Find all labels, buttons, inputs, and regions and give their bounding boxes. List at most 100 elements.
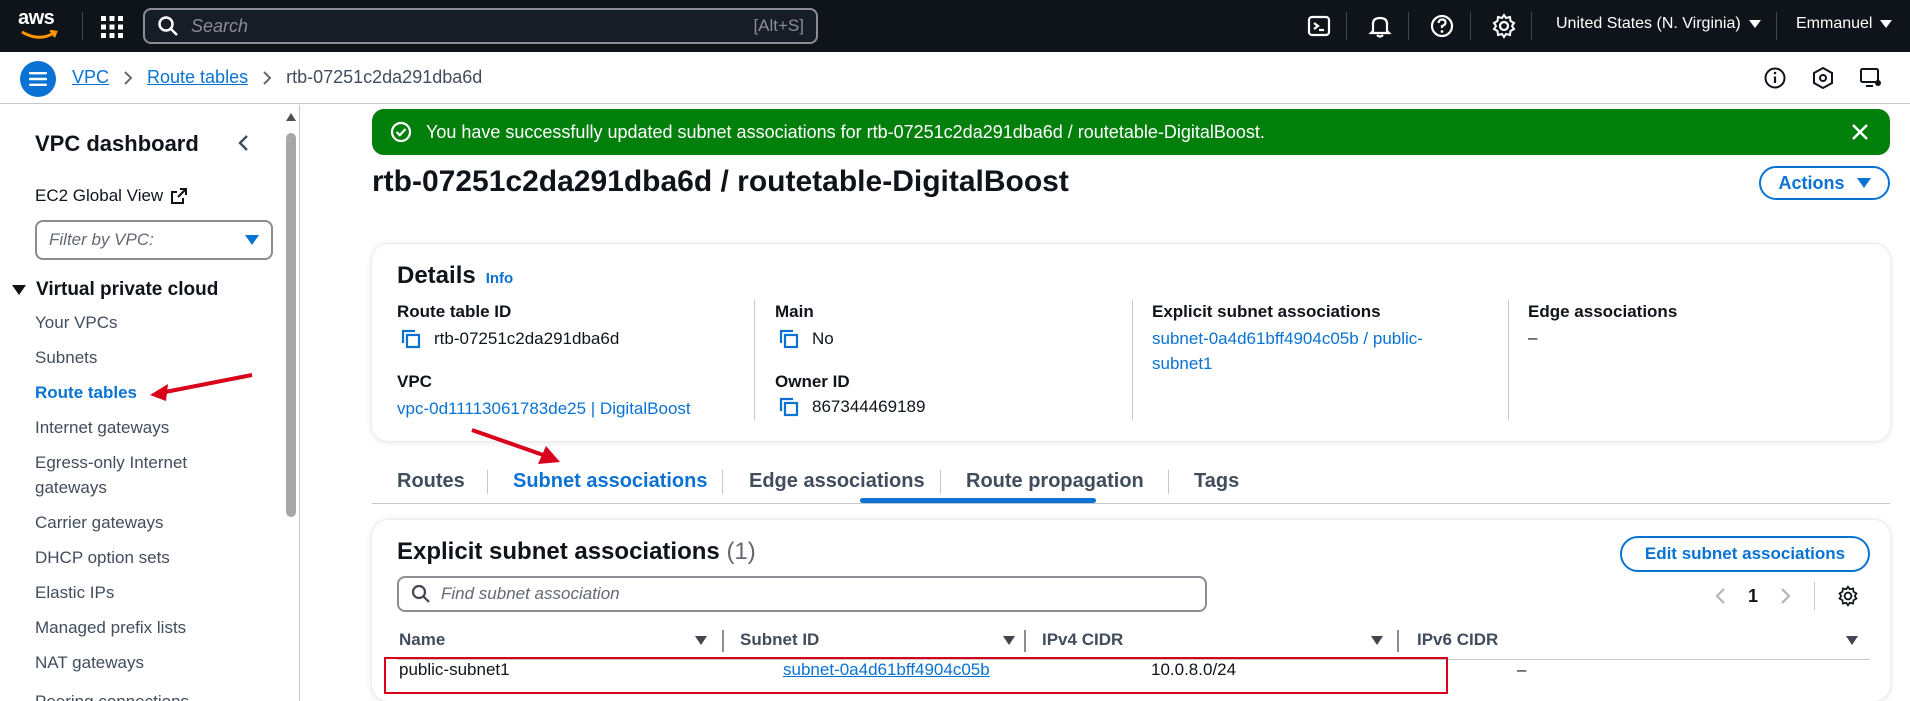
copy-icon[interactable] — [400, 328, 422, 350]
owner-id-value: 867344469189 — [778, 396, 925, 418]
sidebar-item-elastic-ips[interactable]: Elastic IPs — [35, 580, 235, 605]
explicit-subnet-link[interactable]: subnet-0a4d61bff4904c05b / public- subne… — [1152, 326, 1423, 376]
sidebar-item-subnets[interactable]: Subnets — [35, 345, 235, 370]
column-divider — [1132, 300, 1133, 420]
edit-subnet-associations-button[interactable]: Edit subnet associations — [1620, 536, 1870, 572]
sidebar-item-nat-gateways[interactable]: NAT gateways — [35, 650, 235, 675]
chevron-right-icon[interactable] — [1780, 587, 1792, 605]
top-navigation: aws Search [Alt+S] United States (N. Vir… — [0, 0, 1910, 52]
side-navigation: VPC dashboard EC2 Global View Filter by … — [0, 105, 300, 701]
feedback-hexagon-icon[interactable] — [1811, 66, 1835, 90]
settings-gear-icon[interactable] — [1491, 13, 1517, 39]
tab-bar: Routes Subnet associations Edge associat… — [372, 460, 1890, 504]
close-icon[interactable] — [1850, 122, 1870, 142]
edge-associations-value: – — [1528, 328, 1538, 347]
tab-divider — [487, 470, 488, 494]
sidebar-item-your-vpcs[interactable]: Your VPCs — [35, 310, 235, 335]
sidebar-item-carrier-gateways[interactable]: Carrier gateways — [35, 510, 235, 535]
column-header-ipv6-cidr[interactable]: IPv6 CIDR — [1417, 630, 1498, 650]
info-link[interactable]: Info — [486, 270, 514, 287]
sort-caret-icon[interactable] — [1003, 636, 1015, 645]
scrollbar-thumb[interactable] — [286, 133, 296, 517]
sidebar-item-dhcp-option-sets[interactable]: DHCP option sets — [35, 545, 235, 570]
column-resizer[interactable] — [1024, 630, 1026, 652]
annotation-highlight-box — [384, 657, 1448, 694]
notifications-bell-icon[interactable] — [1367, 13, 1393, 39]
sidebar-item-internet-gateways[interactable]: Internet gateways — [35, 415, 235, 440]
main-value: No — [778, 328, 834, 350]
copy-icon[interactable] — [778, 328, 800, 350]
owner-id-text: 867344469189 — [812, 397, 926, 416]
vpc-filter-select[interactable]: Filter by VPC: — [35, 220, 273, 260]
tab-subnet-associations[interactable]: Subnet associations — [513, 470, 708, 493]
pagination: 1 — [1714, 582, 1859, 610]
nav-divider — [82, 12, 83, 40]
caret-down-icon — [245, 235, 259, 245]
main-label: Main — [775, 302, 814, 321]
sort-caret-icon[interactable] — [695, 636, 707, 645]
details-heading-text: Details — [397, 262, 476, 289]
pager-divider — [1814, 582, 1816, 610]
chevron-left-icon[interactable] — [1714, 587, 1726, 605]
user-name: Emmanuel — [1796, 15, 1873, 32]
find-subnet-association-input[interactable]: Find subnet association — [397, 576, 1207, 612]
services-grid-icon[interactable] — [100, 15, 124, 39]
help-icon[interactable] — [1429, 13, 1455, 39]
route-table-id-value: rtb-07251c2da291dba6d — [400, 328, 619, 350]
tab-divider — [1168, 470, 1169, 494]
region-selector[interactable]: United States (N. Virginia) — [1556, 15, 1761, 33]
column-header-ipv4-cidr[interactable]: IPv4 CIDR — [1042, 630, 1123, 650]
actions-button[interactable]: Actions — [1759, 166, 1890, 200]
tab-edge-associations[interactable]: Edge associations — [749, 470, 925, 493]
breadcrumb-vpc-link[interactable]: VPC — [72, 67, 109, 88]
edge-associations-label: Edge associations — [1528, 302, 1678, 321]
info-icon[interactable] — [1763, 66, 1787, 90]
tab-divider — [940, 470, 941, 494]
column-resizer[interactable] — [1397, 630, 1399, 652]
scroll-up-arrow-icon[interactable] — [286, 113, 296, 121]
vpc-link[interactable]: vpc-0d11113061783de25 | DigitalBoost — [397, 396, 691, 421]
cell-ipv6-cidr: – — [1517, 660, 1527, 679]
tab-routes[interactable]: Routes — [397, 470, 465, 493]
sidebar-title: VPC dashboard — [35, 131, 199, 156]
column-header-subnet-id[interactable]: Subnet ID — [740, 630, 819, 650]
table-header: Name Subnet ID IPv4 CIDR IPv6 CIDR — [397, 622, 1870, 660]
sidebar-scrollbar[interactable] — [284, 105, 298, 701]
sidebar-item-peering-connections[interactable]: Peering connections — [35, 689, 235, 701]
vpc-label: VPC — [397, 372, 432, 391]
aws-logo[interactable]: aws — [18, 8, 62, 42]
sidebar-item-egress-only-internet-gateways[interactable]: Egress-only Internet gateways — [35, 450, 235, 500]
breadcrumb-route-tables-link[interactable]: Route tables — [147, 67, 248, 88]
column-header-name[interactable]: Name — [399, 630, 445, 650]
current-page-number[interactable]: 1 — [1748, 586, 1758, 607]
column-resizer[interactable] — [722, 630, 724, 652]
breadcrumb-bar: VPC Route tables rtb-07251c2da291dba6d — [0, 52, 1910, 104]
sidebar-item-ec2-global-view[interactable]: EC2 Global View — [35, 186, 188, 206]
tab-divider — [722, 470, 723, 494]
sort-caret-icon[interactable] — [1371, 636, 1383, 645]
tab-route-propagation[interactable]: Route propagation — [966, 470, 1144, 493]
tab-tags[interactable]: Tags — [1194, 470, 1239, 493]
collapse-sidebar-icon[interactable] — [236, 133, 252, 153]
sidebar-item-managed-prefix-lists[interactable]: Managed prefix lists — [35, 615, 235, 640]
sidebar-section-virtual-private-cloud[interactable]: Virtual private cloud — [12, 279, 218, 301]
account-menu[interactable]: Emmanuel — [1796, 15, 1893, 33]
cloudshell-icon[interactable] — [1306, 13, 1332, 39]
main-text: No — [812, 329, 834, 348]
copy-icon[interactable] — [778, 396, 800, 418]
side-nav-toggle-button[interactable] — [20, 61, 56, 97]
subnet-associations-count: (1) — [726, 538, 756, 565]
hamburger-menu-icon — [29, 72, 47, 86]
search-shortcut: [Alt+S] — [753, 16, 804, 35]
explicit-subnet-link-line2: subnet1 — [1152, 354, 1213, 373]
filter-placeholder: Filter by VPC: — [49, 230, 154, 249]
caret-down-icon — [1748, 20, 1761, 28]
sort-caret-icon[interactable] — [1846, 636, 1858, 645]
actions-label: Actions — [1778, 172, 1845, 193]
table-settings-gear-icon[interactable] — [1837, 585, 1859, 607]
global-search-input[interactable]: Search [Alt+S] — [143, 8, 818, 44]
owner-id-label: Owner ID — [775, 372, 850, 391]
screen-help-icon[interactable] — [1859, 66, 1883, 90]
chevron-right-icon — [124, 70, 133, 85]
chevron-right-icon — [263, 70, 272, 85]
